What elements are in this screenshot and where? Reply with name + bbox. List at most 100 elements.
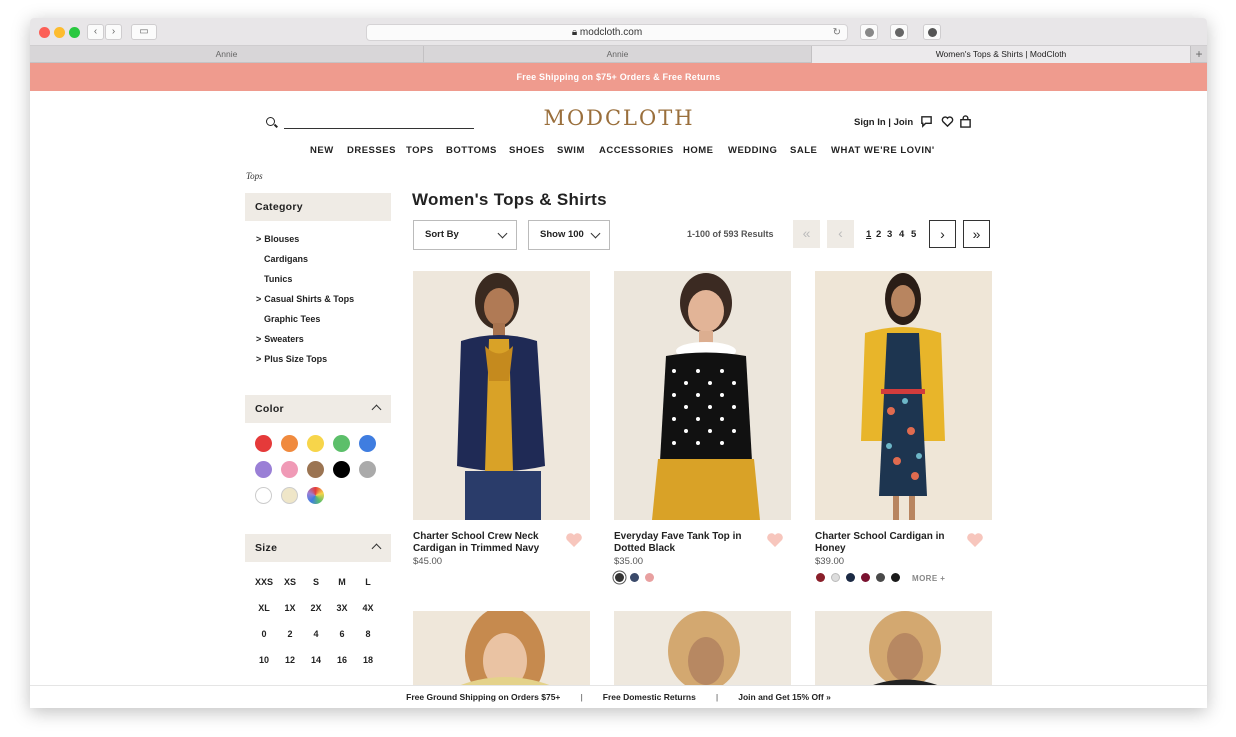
favorite-heart-icon[interactable] (766, 531, 784, 549)
reload-icon[interactable]: ↻ (833, 25, 841, 40)
nav-wedding[interactable]: WEDDING (728, 145, 777, 156)
product-name[interactable]: Everyday Fave Tank Top in Dotted Black (614, 531, 754, 555)
nav-shoes[interactable]: SHOES (509, 145, 545, 156)
minimize-window-button[interactable] (54, 27, 65, 38)
size-option[interactable]: 4 (303, 629, 329, 639)
zoom-window-button[interactable] (69, 27, 80, 38)
sort-by-dropdown[interactable]: Sort By (413, 220, 517, 250)
product-image[interactable] (413, 611, 590, 688)
tab-modcloth[interactable]: Women's Tops & Shirts | ModCloth (812, 46, 1191, 63)
size-option[interactable]: 8 (355, 629, 381, 639)
color-swatch[interactable] (281, 487, 298, 504)
nav-sale[interactable]: SALE (790, 145, 817, 156)
back-icon[interactable]: ‹ (87, 24, 104, 40)
color-swatch[interactable] (307, 435, 324, 452)
category-graphic-tees[interactable]: Graphic Tees (264, 314, 320, 324)
site-logo[interactable]: MODCLOTH (535, 106, 703, 130)
nav-accessories[interactable]: ACCESSORIES (599, 145, 674, 156)
search-icon[interactable] (266, 117, 275, 126)
size-option[interactable]: 3X (329, 603, 355, 613)
first-page-button[interactable]: « (793, 220, 820, 248)
address-bar[interactable]: 🔒︎ modcloth.com ↻ (366, 24, 848, 41)
adblock-extension-icon[interactable] (860, 24, 878, 40)
close-window-button[interactable] (39, 27, 50, 38)
category-cardigans[interactable]: Cardigans (264, 254, 308, 264)
size-option[interactable]: 14 (303, 655, 329, 665)
nav-tops[interactable]: TOPS (406, 145, 434, 156)
sign-in-join-link[interactable]: Sign In | Join (854, 117, 913, 128)
last-page-button[interactable]: » (963, 220, 990, 248)
page-2[interactable]: 2 (876, 229, 881, 240)
category-facet-header[interactable]: Category (245, 193, 391, 221)
product-image[interactable] (413, 271, 590, 520)
category-plus-size-tops[interactable]: > Plus Size Tops (256, 354, 327, 364)
size-option[interactable]: 16 (329, 655, 355, 665)
color-swatch[interactable] (359, 435, 376, 452)
product-color-dot[interactable] (891, 573, 900, 582)
product-image[interactable] (614, 271, 791, 520)
category-sweaters[interactable]: > Sweaters (256, 334, 304, 344)
color-swatch[interactable] (359, 461, 376, 478)
size-option[interactable]: 1X (277, 603, 303, 613)
color-swatch[interactable] (255, 461, 272, 478)
page-5[interactable]: 5 (911, 229, 916, 240)
page-4[interactable]: 4 (899, 229, 904, 240)
size-facet-header[interactable]: Size (245, 534, 391, 562)
next-page-button[interactable]: › (929, 220, 956, 248)
color-swatch[interactable] (307, 461, 324, 478)
size-option[interactable]: XS (277, 577, 303, 587)
product-image[interactable] (815, 611, 992, 688)
size-option[interactable]: 2X (303, 603, 329, 613)
nav-home[interactable]: HOME (683, 145, 714, 156)
color-swatch[interactable] (281, 435, 298, 452)
free-returns-link[interactable]: Free Domestic Returns (603, 692, 696, 702)
category-blouses[interactable]: > Blouses (256, 234, 299, 244)
size-option[interactable]: M (329, 577, 355, 587)
join-discount-link[interactable]: Join and Get 15% Off » (738, 692, 831, 702)
show-count-dropdown[interactable]: Show 100 (528, 220, 610, 250)
size-option[interactable]: 4X (355, 603, 381, 613)
product-color-dot[interactable] (645, 573, 654, 582)
favorite-heart-icon[interactable] (966, 531, 984, 549)
product-color-dot[interactable] (816, 573, 825, 582)
size-option[interactable]: 12 (277, 655, 303, 665)
category-tunics[interactable]: Tunics (264, 274, 292, 284)
nav-dresses[interactable]: DRESSES (347, 145, 396, 156)
color-facet-header[interactable]: Color (245, 395, 391, 423)
color-swatch[interactable] (333, 435, 350, 452)
color-swatch[interactable] (281, 461, 298, 478)
product-color-dot[interactable] (615, 573, 624, 582)
nav-new[interactable]: NEW (310, 145, 334, 156)
size-option[interactable]: XL (251, 603, 277, 613)
nav-swim[interactable]: SWIM (557, 145, 585, 156)
product-color-dot[interactable] (846, 573, 855, 582)
product-color-dot[interactable] (861, 573, 870, 582)
size-option[interactable]: XXS (251, 577, 277, 587)
product-color-dot[interactable] (630, 573, 639, 582)
color-swatch[interactable] (307, 487, 324, 504)
size-option[interactable]: S (303, 577, 329, 587)
nav-what-were-lovin[interactable]: WHAT WE'RE LOVIN' (831, 145, 935, 156)
nav-bottoms[interactable]: BOTTOMS (446, 145, 497, 156)
color-swatch[interactable] (255, 435, 272, 452)
size-option[interactable]: 10 (251, 655, 277, 665)
product-image[interactable] (614, 611, 791, 688)
size-option[interactable]: 0 (251, 629, 277, 639)
size-option[interactable]: 2 (277, 629, 303, 639)
page-3[interactable]: 3 (887, 229, 892, 240)
tab-annie-1[interactable]: Annie (30, 46, 424, 63)
sidebar-toggle-icon[interactable]: ▭ (131, 24, 157, 40)
product-color-dot[interactable] (876, 573, 885, 582)
downloads-icon[interactable] (923, 24, 941, 40)
prev-page-button[interactable]: ‹ (827, 220, 854, 248)
size-option[interactable]: 6 (329, 629, 355, 639)
more-colors-link[interactable]: MORE + (912, 574, 945, 583)
size-option[interactable]: 18 (355, 655, 381, 665)
color-swatch[interactable] (333, 461, 350, 478)
page-1[interactable]: 1 (866, 229, 871, 240)
product-name[interactable]: Charter School Crew Neck Cardigan in Tri… (413, 531, 553, 555)
search-input[interactable] (284, 128, 474, 129)
category-casual-shirts[interactable]: > Casual Shirts & Tops (256, 294, 354, 304)
color-swatch[interactable] (255, 487, 272, 504)
size-option[interactable]: L (355, 577, 381, 587)
